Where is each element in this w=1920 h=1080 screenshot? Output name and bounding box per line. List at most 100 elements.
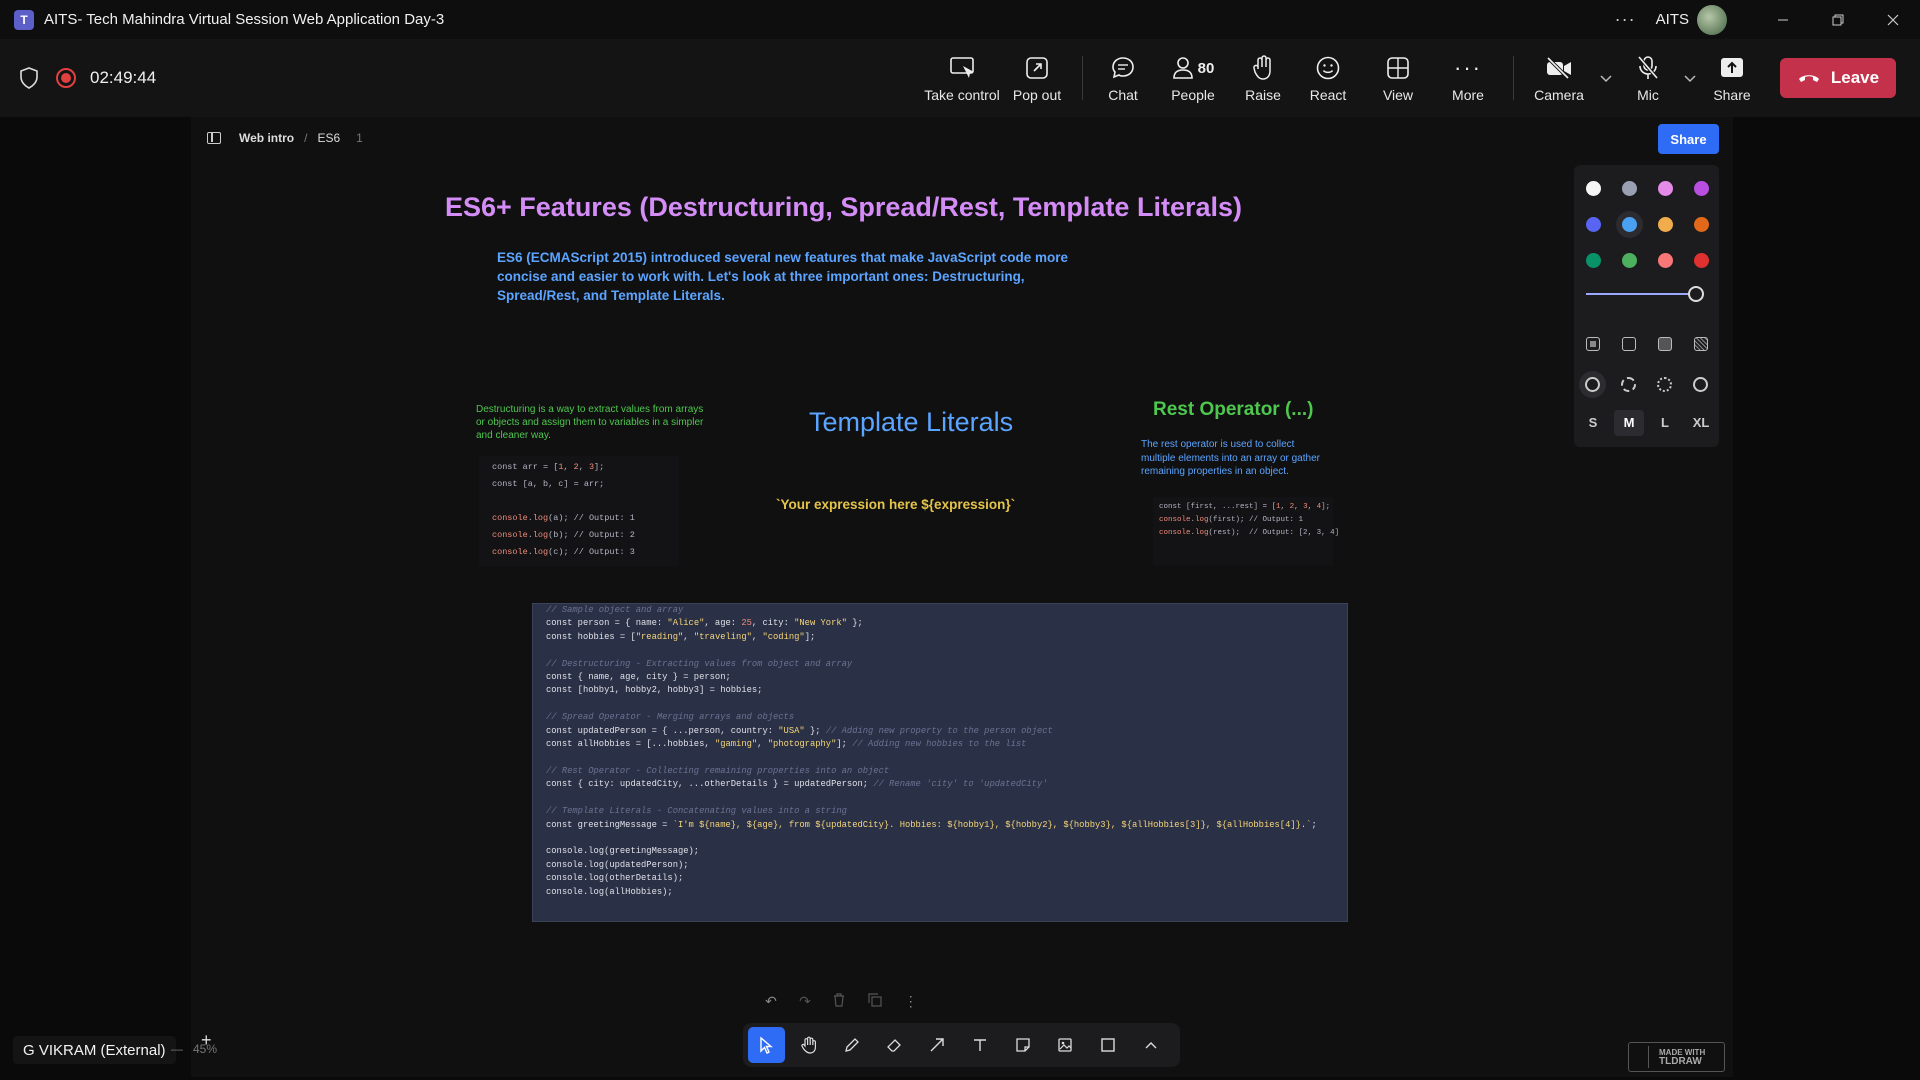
tldraw-logo-icon (1635, 1046, 1649, 1068)
canvas-main-title[interactable]: ES6+ Features (Destructuring, Spread/Res… (445, 192, 1242, 223)
redo-icon[interactable]: ↷ (799, 993, 811, 1010)
fill-pattern-icon[interactable] (1694, 337, 1708, 351)
minimize-button[interactable] (1755, 0, 1810, 39)
page-count: 1 (356, 131, 363, 145)
opacity-slider-knob[interactable] (1688, 286, 1704, 302)
template-literals-heading[interactable]: Template Literals (809, 407, 1013, 438)
undo-icon[interactable]: ↶ (765, 993, 777, 1010)
raise-hand-button[interactable]: Raise (1233, 39, 1293, 117)
color-swatch[interactable] (1622, 217, 1637, 232)
avatar[interactable] (1697, 4, 1727, 35)
breadcrumb-page[interactable]: ES6 (317, 131, 340, 145)
more-actions-icon[interactable]: ⋮ (904, 993, 918, 1010)
draw-tool[interactable] (833, 1027, 870, 1063)
breadcrumb: Web intro / ES6 1 (207, 131, 363, 145)
image-tool[interactable] (1047, 1027, 1084, 1063)
more-options-icon[interactable]: ··· (1615, 9, 1636, 30)
rest-operator-heading[interactable]: Rest Operator (...) (1153, 399, 1313, 421)
chat-button[interactable]: Chat (1093, 39, 1153, 117)
org-name: AITS (1655, 11, 1689, 28)
fill-solid-icon[interactable] (1658, 337, 1672, 351)
made-with-tldraw-badge[interactable]: MADE WITH TLDRAW (1628, 1042, 1725, 1072)
color-swatch[interactable] (1658, 253, 1673, 268)
color-swatch[interactable] (1622, 253, 1637, 268)
pencil-icon (844, 1038, 859, 1052)
dash-dotted-icon[interactable] (1657, 377, 1672, 392)
rest-code-block[interactable]: const [first, ...rest] = [1, 2, 3, 4]; c… (1153, 497, 1339, 565)
share-screen-button[interactable]: Share (1702, 39, 1762, 117)
destructuring-code-block[interactable]: const arr = [1, 2, 3]; const [a, b, c] =… (479, 456, 679, 566)
size-xl-button[interactable]: XL (1686, 415, 1716, 430)
duplicate-icon[interactable] (867, 992, 882, 1010)
more-tools-button[interactable] (1132, 1027, 1169, 1063)
size-l-button[interactable]: L (1650, 415, 1680, 430)
eraser-tool[interactable] (876, 1027, 913, 1063)
color-swatch[interactable] (1622, 181, 1637, 196)
camera-button[interactable]: Camera (1524, 39, 1594, 117)
close-button[interactable] (1865, 0, 1920, 39)
chat-icon (1110, 53, 1136, 83)
meeting-control-bar: 02:49:44 Take control Pop out Chat 80 Pe… (0, 39, 1920, 117)
opacity-slider-track[interactable] (1586, 293, 1694, 295)
color-swatch[interactable] (1586, 181, 1601, 196)
breadcrumb-folder[interactable]: Web intro (239, 131, 294, 145)
color-swatch[interactable] (1586, 217, 1601, 232)
rest-operator-text[interactable]: The rest operator is used to collect mul… (1141, 438, 1331, 479)
text-tool[interactable] (962, 1027, 999, 1063)
minimize-icon (1777, 19, 1788, 20)
color-swatch[interactable] (1694, 181, 1709, 196)
color-swatch[interactable] (1694, 253, 1709, 268)
share-screen-icon (1719, 53, 1745, 83)
take-control-icon (949, 53, 975, 83)
pop-out-button[interactable]: Pop out (1002, 39, 1072, 117)
zoom-out-icon[interactable]: — (171, 1042, 183, 1056)
mic-button[interactable]: Mic (1618, 39, 1678, 117)
arrow-icon (930, 1038, 944, 1052)
share-button[interactable]: Share (1658, 124, 1719, 154)
more-button[interactable]: ··· More (1433, 39, 1503, 117)
view-button[interactable]: View (1363, 39, 1433, 117)
people-icon (1172, 57, 1193, 79)
fill-semi-icon[interactable] (1622, 337, 1636, 351)
dash-draw-icon[interactable] (1585, 377, 1600, 392)
mic-options-chevron-icon[interactable] (1684, 70, 1696, 86)
template-literal-example[interactable]: `Your expression here ${expression}` (776, 497, 1015, 512)
note-tool[interactable] (1004, 1027, 1041, 1063)
zoom-in-icon[interactable]: + (201, 1030, 212, 1051)
close-icon (1887, 14, 1898, 25)
restore-button[interactable] (1810, 0, 1865, 39)
color-swatch[interactable] (1658, 181, 1673, 196)
delete-icon[interactable] (833, 992, 845, 1010)
image-icon (1058, 1038, 1072, 1052)
dash-dashed-icon[interactable] (1621, 377, 1636, 392)
people-button[interactable]: 80 People (1153, 39, 1233, 117)
window-title: AITS- Tech Mahindra Virtual Session Web … (44, 11, 445, 28)
react-button[interactable]: React (1293, 39, 1363, 117)
shield-icon[interactable] (18, 66, 40, 90)
leave-button[interactable]: Leave (1780, 58, 1896, 98)
fill-none-icon[interactable] (1586, 337, 1600, 351)
drawing-toolbar (743, 1023, 1180, 1067)
hand-icon (801, 1036, 817, 1054)
arrow-tool[interactable] (919, 1027, 956, 1063)
rectangle-tool[interactable] (1090, 1027, 1127, 1063)
canvas-intro-text[interactable]: ES6 (ECMAScript 2015) introduced several… (497, 248, 1077, 305)
take-control-button[interactable]: Take control (922, 39, 1002, 117)
hand-tool[interactable] (791, 1027, 828, 1063)
dash-solid-icon[interactable] (1693, 377, 1708, 392)
camera-options-chevron-icon[interactable] (1600, 70, 1612, 86)
color-swatch[interactable] (1658, 217, 1673, 232)
recording-icon (56, 68, 76, 88)
color-swatch[interactable] (1586, 253, 1601, 268)
sidebar-toggle-icon[interactable] (207, 132, 221, 144)
smiley-icon (1315, 53, 1341, 83)
size-s-button[interactable]: S (1578, 415, 1608, 430)
color-swatch[interactable] (1694, 217, 1709, 232)
size-m-button[interactable]: M (1614, 410, 1644, 436)
select-tool[interactable] (748, 1027, 785, 1063)
main-code-block[interactable]: // Sample object and array const person … (532, 603, 1348, 922)
more-dots-icon: ··· (1454, 55, 1482, 80)
hand-icon (1252, 53, 1274, 83)
text-icon (973, 1039, 986, 1051)
destructuring-text[interactable]: Destructuring is a way to extract values… (476, 403, 708, 442)
